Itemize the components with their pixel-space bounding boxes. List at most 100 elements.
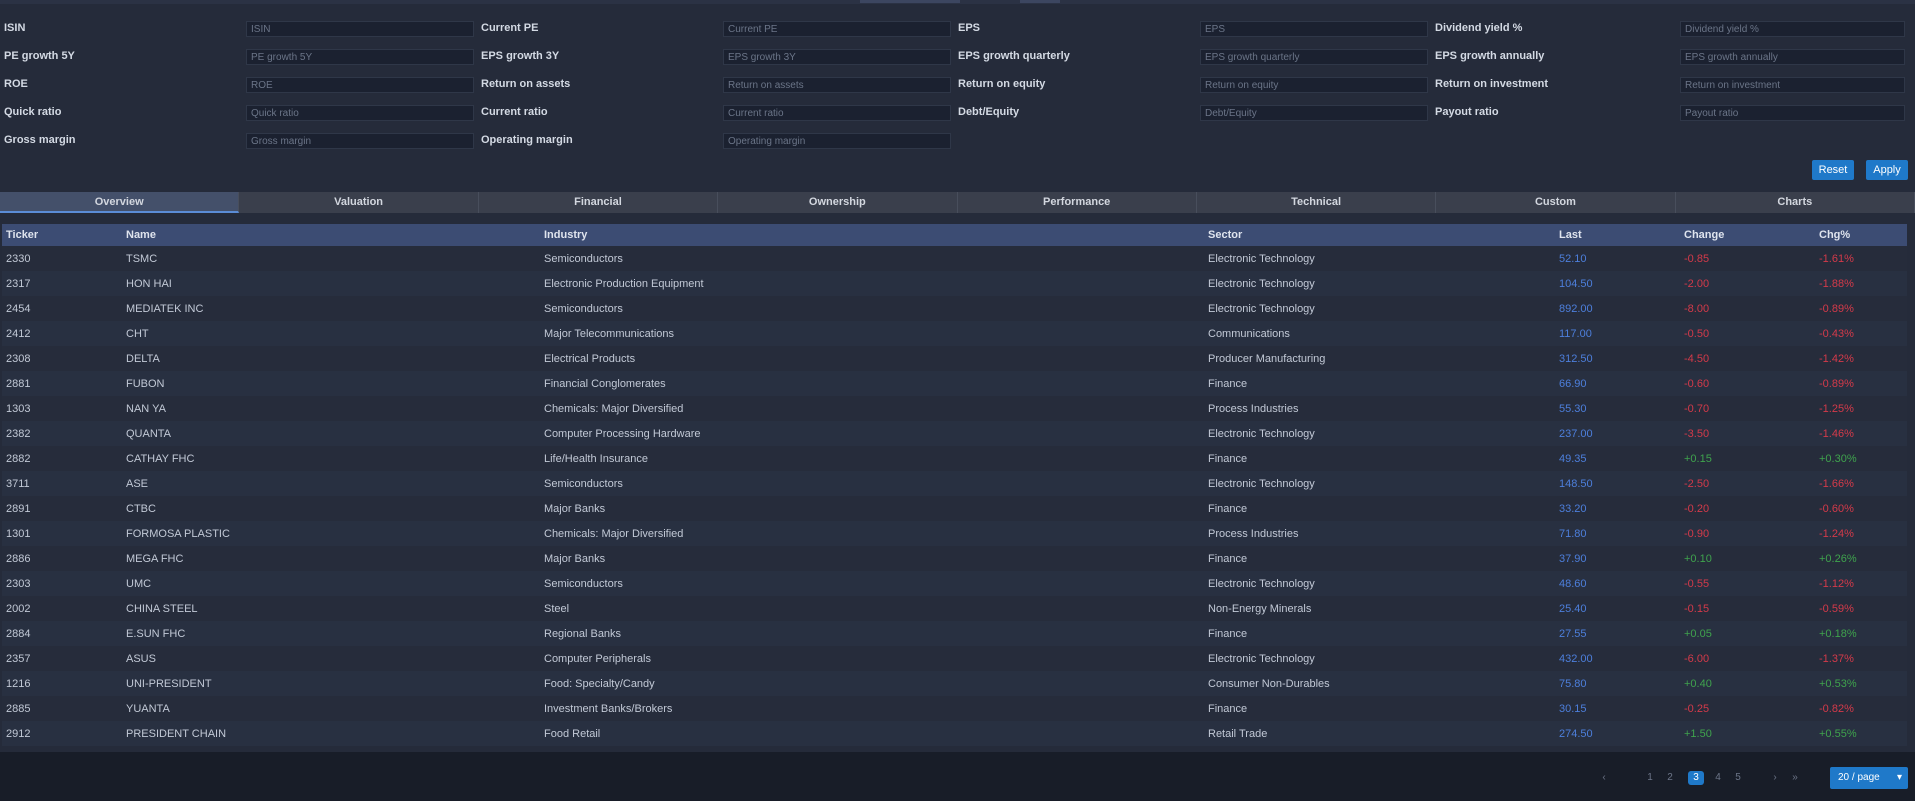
table-row[interactable]: 2912 PRESIDENT CHAIN Food Retail Retail Tra…: [2, 721, 1907, 746]
cell-change: -0.60: [1684, 377, 1710, 390]
page-button[interactable]: 5: [1732, 771, 1744, 785]
cell-change: -0.20: [1684, 502, 1710, 515]
table-row[interactable]: 2382 QUANTA Computer Processing Hardware El…: [2, 421, 1907, 446]
cell-ticker: 2882: [6, 452, 31, 465]
column-header-industry[interactable]: Industry: [540, 224, 1204, 246]
table-row[interactable]: 1216 UNI-PRESIDENT Food: Specialty/Candy Co…: [2, 671, 1907, 696]
operating-margin-input[interactable]: [723, 133, 951, 149]
tab-overview[interactable]: Overview: [0, 192, 240, 213]
quick-ratio-input[interactable]: [246, 105, 474, 121]
cell-name: FORMOSA PLASTIC: [126, 527, 230, 540]
table-row[interactable]: 2412 CHT Major Telecommunications Communica…: [2, 321, 1907, 346]
filter-current-pe: Current PE: [481, 18, 951, 42]
cell-last: 25.40: [1559, 602, 1587, 615]
view-tabs: Overview Valuation Financial Ownership P…: [0, 192, 1915, 213]
column-header-name[interactable]: Name: [122, 224, 540, 246]
cell-ticker: 2382: [6, 427, 31, 440]
cell-ticker: 2002: [6, 602, 31, 615]
tab-financial[interactable]: Financial: [479, 192, 719, 213]
return-on-assets-input[interactable]: [723, 77, 951, 93]
table-row[interactable]: 2002 CHINA STEEL Steel Non-Energy Minerals 2…: [2, 596, 1907, 621]
cell-change-pct: +0.26%: [1819, 552, 1857, 565]
debt-equity-input[interactable]: [1200, 105, 1428, 121]
table-row[interactable]: 2317 HON HAI Electronic Production Equipme…: [2, 271, 1907, 296]
filter-gross-margin: Gross margin: [4, 130, 474, 154]
filter-row: Quick ratio Current ratio Debt/Equity Pa…: [0, 102, 1915, 126]
tab-performance[interactable]: Performance: [958, 192, 1197, 213]
isin-input[interactable]: [246, 21, 474, 37]
tab-charts[interactable]: Charts: [1676, 192, 1915, 213]
pe-growth-input[interactable]: [246, 49, 474, 65]
eps-growth-3y-input[interactable]: [723, 49, 951, 65]
filter-row: Gross margin Operating margin: [0, 130, 1915, 154]
dividend-yield-input[interactable]: [1680, 21, 1905, 37]
current-pe-input[interactable]: [723, 21, 951, 37]
table-row[interactable]: 2885 YUANTA Investment Banks/Brokers Financ…: [2, 696, 1907, 721]
return-on-investment-input[interactable]: [1680, 77, 1905, 93]
table-row[interactable]: 2891 CTBC Major Banks Finance 33.20 -0.20 -0.6…: [2, 496, 1907, 521]
cell-change: -0.25: [1684, 702, 1710, 715]
filter-payout-ratio: Payout ratio: [1435, 102, 1905, 126]
page-button-current[interactable]: 3: [1688, 771, 1704, 785]
page-button[interactable]: 4: [1712, 771, 1724, 785]
table-row[interactable]: 2303 UMC Semiconductors Electronic Technolo…: [2, 571, 1907, 596]
cell-change-pct: -1.25%: [1819, 402, 1854, 415]
page-size-select[interactable]: 20 / page ▾: [1830, 767, 1908, 789]
filter-label: Return on equity: [958, 78, 1046, 90]
cell-last: 37.90: [1559, 552, 1587, 565]
tab-custom[interactable]: Custom: [1436, 192, 1676, 213]
table-row[interactable]: 2884 E.SUN FHC Regional Banks Finance 27.55 +…: [2, 621, 1907, 646]
cell-sector: Finance: [1208, 502, 1248, 515]
filter-roe: ROE: [4, 74, 474, 98]
table-row[interactable]: 3711 ASE Semiconductors Electronic Technolo…: [2, 471, 1907, 496]
tab-ownership[interactable]: Ownership: [718, 192, 958, 213]
eps-growth-quarterly-input[interactable]: [1200, 49, 1428, 65]
cell-name: UNI-PRESIDENT: [126, 677, 212, 690]
return-on-equity-input[interactable]: [1200, 77, 1428, 93]
column-header-change-pct[interactable]: Chg%: [1815, 224, 1907, 246]
cell-change-pct: -1.37%: [1819, 652, 1854, 665]
current-ratio-input[interactable]: [723, 105, 951, 121]
cell-sector: Finance: [1208, 627, 1248, 640]
table-row[interactable]: 2357 ASUS Computer Peripherals Electronic T…: [2, 646, 1907, 671]
table-row[interactable]: 2886 MEGA FHC Major Banks Finance 37.90 +0.10…: [2, 546, 1907, 571]
table-row[interactable]: 1301 FORMOSA PLASTIC Chemicals: Major Dive…: [2, 521, 1907, 546]
gross-margin-input[interactable]: [246, 133, 474, 149]
tab-valuation[interactable]: Valuation: [239, 192, 479, 213]
column-header-change[interactable]: Change: [1680, 224, 1815, 246]
table-row[interactable]: 2308 DELTA Electrical Products Producer Man…: [2, 346, 1907, 371]
cell-last: 312.50: [1559, 352, 1593, 365]
column-header-last[interactable]: Last: [1555, 224, 1680, 246]
column-header-ticker[interactable]: Ticker: [2, 224, 122, 246]
cell-last: 27.55: [1559, 627, 1587, 640]
table-row[interactable]: 2882 CATHAY FHC Life/Health Insurance Finan…: [2, 446, 1907, 471]
page-button[interactable]: 1: [1644, 771, 1656, 785]
eps-growth-annually-input[interactable]: [1680, 49, 1905, 65]
cell-change-pct: +0.55%: [1819, 727, 1857, 740]
cell-industry: Electrical Products: [544, 352, 636, 365]
last-page-button[interactable]: »: [1788, 771, 1802, 785]
cell-name: ASUS: [126, 652, 156, 665]
apply-button[interactable]: Apply: [1866, 160, 1908, 180]
page-button[interactable]: 2: [1664, 771, 1676, 785]
filter-label: PE growth 5Y: [4, 50, 75, 62]
eps-input[interactable]: [1200, 21, 1428, 37]
reset-button[interactable]: Reset: [1812, 160, 1854, 180]
table-row[interactable]: 1303 NAN YA Chemicals: Major Diversified Pr…: [2, 396, 1907, 421]
cell-change-pct: -0.60%: [1819, 502, 1854, 515]
table-row[interactable]: 2881 FUBON Financial Conglomerates Finance 6…: [2, 371, 1907, 396]
table-row[interactable]: 2454 MEDIATEK INC Semiconductors Electronic…: [2, 296, 1907, 321]
first-page-button[interactable]: ‹: [1598, 771, 1610, 785]
next-page-button[interactable]: ›: [1768, 771, 1782, 785]
filter-form: ISIN Current PE EPS Dividend yield % PE …: [0, 18, 1915, 149]
cell-industry: Computer Processing Hardware: [544, 427, 701, 440]
column-header-sector[interactable]: Sector: [1204, 224, 1555, 246]
roe-input[interactable]: [246, 77, 474, 93]
cell-name: HON HAI: [126, 277, 172, 290]
cell-change: +0.15: [1684, 452, 1712, 465]
payout-ratio-input[interactable]: [1680, 105, 1905, 121]
cell-change: -0.90: [1684, 527, 1710, 540]
table-row[interactable]: 2330 TSMC Semiconductors Electronic Technol…: [2, 246, 1907, 271]
tab-technical[interactable]: Technical: [1197, 192, 1437, 213]
filter-row: PE growth 5Y EPS growth 3Y EPS growth qu…: [0, 46, 1915, 70]
